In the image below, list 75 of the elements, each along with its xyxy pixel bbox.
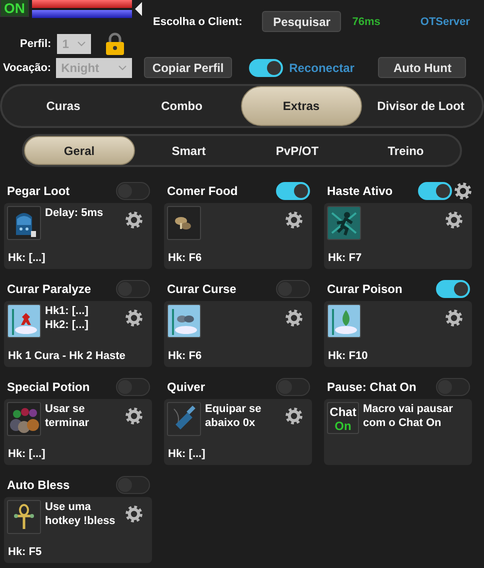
settings-icon[interactable] <box>454 182 472 200</box>
hotkey-text: Hk: [...] <box>8 448 46 460</box>
toggle-switch[interactable] <box>436 378 470 396</box>
hotkey-text: Hk: [...] <box>168 448 206 460</box>
copy-profile-button[interactable]: Copiar Perfil <box>144 57 232 78</box>
reconnect-label: Reconectar <box>289 60 354 74</box>
toggle-switch[interactable] <box>276 280 310 298</box>
module-title: Pegar Loot <box>7 184 71 198</box>
vocation-label: Vocação: <box>3 62 52 74</box>
module-title: Curar Poison <box>327 282 404 296</box>
module-info: Hk2: [...] <box>45 318 90 332</box>
tab[interactable]: Smart <box>134 136 243 165</box>
module-info: Usar se terminar <box>45 402 90 430</box>
potion-icon <box>7 402 41 436</box>
server-name: OTServer <box>420 16 470 28</box>
toggle-switch[interactable] <box>276 182 310 200</box>
auto-hunt-button[interactable]: Auto Hunt <box>378 57 466 78</box>
settings-icon[interactable] <box>125 505 143 523</box>
module-info: Equipar se abaixo 0x <box>205 402 262 430</box>
tab[interactable]: Geral <box>24 136 134 165</box>
module-title: Quiver <box>167 380 206 394</box>
module-info: Macro vai pausar com o Chat On <box>363 402 454 430</box>
ping-text: 76ms <box>352 16 380 28</box>
tab[interactable]: Extras <box>241 86 362 126</box>
module-info: Use uma hotkey !bless <box>45 500 116 528</box>
module-title: Special Potion <box>7 380 91 394</box>
tab[interactable]: Divisor de Loot <box>362 86 480 126</box>
toggle-switch[interactable] <box>436 280 470 298</box>
module-title: Pause: Chat On <box>327 380 418 394</box>
search-button[interactable]: Pesquisar <box>262 11 342 32</box>
module-info: Hk1: [...] <box>45 304 90 318</box>
hotkey-text: Hk: F10 <box>328 350 368 362</box>
profile-label: Perfil: <box>20 38 52 50</box>
toggle-switch[interactable] <box>116 280 150 298</box>
hotkey-text: Hk: F7 <box>328 252 362 264</box>
module-title: Auto Bless <box>7 478 71 492</box>
hotkey-text: Hk: [...] <box>8 252 46 264</box>
settings-icon[interactable] <box>285 211 303 229</box>
settings-icon[interactable] <box>125 309 143 327</box>
toggle-switch[interactable] <box>116 476 150 494</box>
tab[interactable]: Combo <box>122 86 241 126</box>
toggle-switch[interactable] <box>116 378 150 396</box>
ankh-icon <box>7 500 41 534</box>
module-title: Comer Food <box>167 184 239 198</box>
badge-text: Chat <box>330 405 356 419</box>
settings-icon[interactable] <box>285 407 303 425</box>
tab[interactable]: Curas <box>4 86 122 126</box>
running-figure-icon <box>327 206 361 240</box>
quiver-icon <box>167 402 201 436</box>
tab[interactable]: Treino <box>352 136 460 165</box>
lock-icon[interactable] <box>105 32 126 56</box>
settings-icon[interactable] <box>445 309 463 327</box>
triangle-icon[interactable] <box>135 2 142 16</box>
module-title: Curar Paralyze <box>7 282 92 296</box>
hotkey-text: Hk 1 Cura - Hk 2 Haste <box>8 350 126 362</box>
status-label: ON <box>0 0 29 16</box>
toggle-switch[interactable] <box>418 182 452 200</box>
tab[interactable]: PvP/OT <box>243 136 352 165</box>
hotkey-text: Hk: F6 <box>168 350 202 362</box>
toggle-switch[interactable] <box>249 58 284 76</box>
toggle-switch[interactable] <box>116 182 150 200</box>
backpack-icon <box>7 206 41 240</box>
mushroom-icon <box>167 206 201 240</box>
settings-icon[interactable] <box>285 309 303 327</box>
module-info: Delay: 5ms <box>45 206 104 220</box>
toggle-switch[interactable] <box>276 378 310 396</box>
hotkey-text: Hk: F5 <box>8 546 42 558</box>
client-label: Escolha o Client: <box>153 16 242 28</box>
settings-icon[interactable] <box>125 211 143 229</box>
badge-text: On <box>334 419 352 433</box>
module-title: Curar Curse <box>167 282 238 296</box>
module-title: Haste Ativo <box>327 184 394 198</box>
hotkey-text: Hk: F6 <box>168 252 202 264</box>
settings-icon[interactable] <box>445 211 463 229</box>
settings-icon[interactable] <box>125 407 143 425</box>
